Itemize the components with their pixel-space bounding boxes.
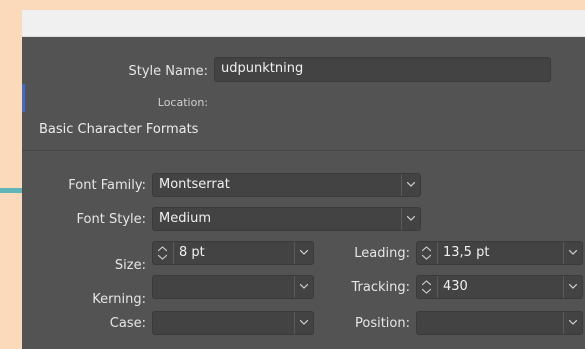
position-dropdown[interactable] bbox=[416, 311, 583, 335]
size-combo[interactable]: 8 pt bbox=[152, 241, 314, 265]
tracking-combo[interactable]: 430 bbox=[416, 275, 583, 299]
style-name-input[interactable]: udpunktning bbox=[214, 57, 551, 82]
selected-category-indicator bbox=[22, 84, 25, 112]
dialog-title-bar bbox=[22, 10, 585, 37]
chevron-down-icon[interactable] bbox=[563, 242, 582, 264]
chevron-down-icon[interactable] bbox=[294, 312, 313, 334]
font-style-dropdown[interactable]: Medium bbox=[152, 207, 421, 231]
section-title: Basic Character Formats bbox=[39, 122, 199, 137]
decorative-line bbox=[0, 188, 24, 193]
case-label: Case: bbox=[109, 316, 146, 331]
font-family-label: Font Family: bbox=[68, 178, 146, 193]
chevron-down-icon[interactable] bbox=[563, 276, 582, 298]
tracking-value: 430 bbox=[443, 279, 468, 294]
chevron-down-icon[interactable] bbox=[563, 312, 582, 334]
style-name-value: udpunktning bbox=[221, 61, 304, 76]
kerning-dropdown[interactable] bbox=[152, 275, 314, 299]
chevron-down-icon[interactable] bbox=[401, 174, 420, 196]
position-label: Position: bbox=[355, 316, 410, 331]
chevron-down-icon[interactable] bbox=[294, 242, 313, 264]
leading-combo[interactable]: 13,5 pt bbox=[416, 241, 583, 265]
tracking-label: Tracking: bbox=[351, 280, 411, 295]
chevron-down-icon[interactable] bbox=[401, 208, 420, 230]
kerning-label: Kerning: bbox=[92, 292, 146, 307]
size-label: Size: bbox=[114, 258, 146, 273]
spinner-icon[interactable] bbox=[417, 276, 438, 298]
font-style-label: Font Style: bbox=[76, 212, 146, 227]
leading-label: Leading: bbox=[354, 246, 410, 261]
divider bbox=[22, 150, 585, 151]
font-family-dropdown[interactable]: Montserrat bbox=[152, 173, 421, 197]
spinner-icon[interactable] bbox=[153, 242, 174, 264]
case-dropdown[interactable] bbox=[152, 311, 314, 335]
spinner-icon[interactable] bbox=[417, 242, 438, 264]
chevron-down-icon[interactable] bbox=[294, 276, 313, 298]
location-label: Location: bbox=[157, 96, 208, 109]
font-family-value: Montserrat bbox=[159, 177, 230, 192]
character-style-options-panel: Style Name: udpunktning Location: Basic … bbox=[22, 10, 585, 349]
size-value: 8 pt bbox=[179, 245, 205, 260]
font-style-value: Medium bbox=[159, 211, 211, 226]
leading-value: 13,5 pt bbox=[443, 245, 490, 260]
style-name-label: Style Name: bbox=[128, 64, 208, 79]
